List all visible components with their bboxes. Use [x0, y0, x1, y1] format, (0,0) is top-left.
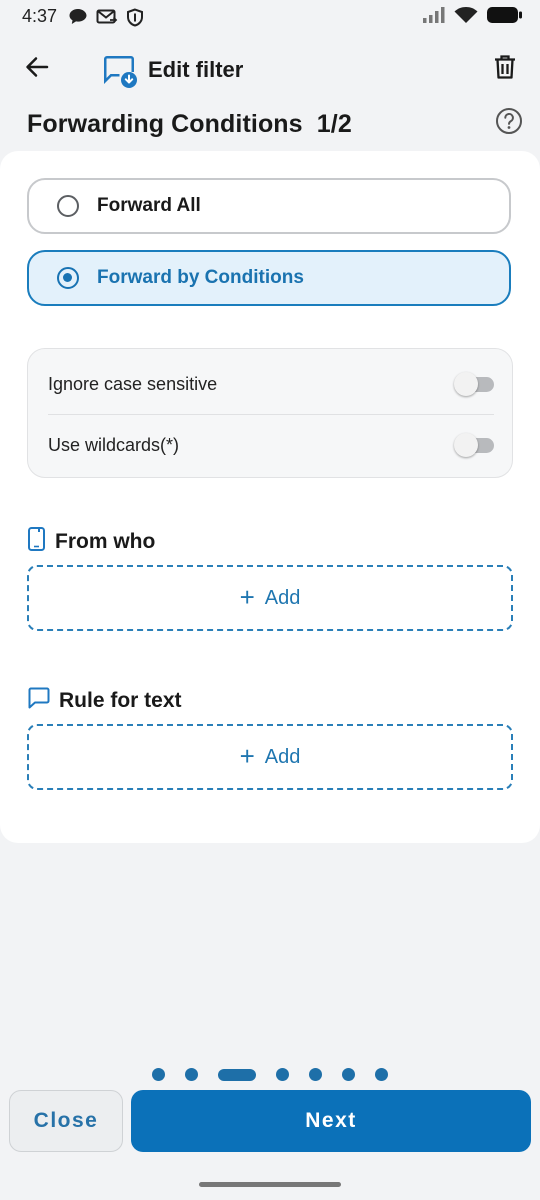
arrow-left-icon: [24, 55, 50, 84]
pager-dot: [375, 1068, 388, 1081]
message-icon: [27, 686, 51, 716]
status-time: 4:37: [22, 6, 58, 26]
signal-icon: [422, 6, 446, 29]
pager-dot: [152, 1068, 165, 1081]
forward-by-conditions-option[interactable]: Forward by Conditions: [27, 250, 511, 306]
rule-for-text-title: Rule for text: [59, 689, 182, 712]
toggle-thumb: [454, 433, 478, 457]
forward-all-option[interactable]: Forward All: [27, 178, 511, 234]
add-text-rule-label: Add: [264, 745, 301, 768]
section-title-text: Forwarding Conditions: [27, 110, 303, 138]
forward-by-conditions-label: Forward by Conditions: [97, 267, 304, 288]
pager-dot: [342, 1068, 355, 1081]
next-button[interactable]: Next: [131, 1090, 531, 1152]
forward-all-label: Forward All: [97, 195, 201, 216]
add-text-rule-button[interactable]: + Add: [27, 724, 513, 790]
help-circle-icon: [495, 107, 523, 140]
message-download-icon: [102, 52, 140, 90]
delete-button[interactable]: [488, 52, 522, 86]
home-indicator: [199, 1182, 341, 1187]
radio-checked-icon: [57, 267, 79, 289]
rule-for-text-header: Rule for text: [27, 686, 182, 716]
pager-dot: [276, 1068, 289, 1081]
add-sender-label: Add: [264, 586, 301, 609]
from-who-title: From who: [55, 530, 156, 553]
use-wildcards-label: Use wildcards(*): [48, 434, 180, 455]
status-right-icons: [422, 6, 524, 29]
pager-dot: [309, 1068, 322, 1081]
radio-unchecked-icon: [57, 195, 79, 217]
trash-icon: [493, 54, 517, 85]
chat-bubble-icon: [68, 8, 88, 31]
toggle-thumb: [454, 372, 478, 396]
use-wildcards-toggle[interactable]: [454, 433, 494, 457]
plus-icon: +: [239, 582, 255, 612]
plus-icon: +: [239, 741, 255, 771]
step-indicator: 1/2: [316, 110, 352, 138]
add-sender-button[interactable]: + Add: [27, 565, 513, 631]
ignore-case-label: Ignore case sensitive: [48, 373, 218, 394]
close-button[interactable]: Close: [9, 1090, 123, 1152]
step-pager: [0, 1068, 540, 1081]
section-title: Forwarding Conditions 1/2: [27, 110, 352, 139]
wifi-icon: [454, 6, 478, 29]
from-who-header: From who: [27, 526, 155, 558]
ignore-case-toggle[interactable]: [454, 372, 494, 396]
ignore-case-row[interactable]: Ignore case sensitive: [48, 354, 494, 415]
page-title: Edit filter: [148, 57, 244, 82]
help-button[interactable]: [494, 107, 524, 140]
pager-dot-active: [218, 1068, 256, 1081]
use-wildcards-row[interactable]: Use wildcards(*): [48, 415, 494, 475]
battery-icon: [486, 6, 524, 29]
pager-dot: [185, 1068, 198, 1081]
shield-icon: [126, 8, 144, 32]
options-box: Ignore case sensitive Use wildcards(*): [27, 348, 513, 478]
phone-icon: [27, 526, 47, 558]
mail-forward-icon: [96, 8, 118, 31]
back-button[interactable]: [20, 52, 54, 86]
